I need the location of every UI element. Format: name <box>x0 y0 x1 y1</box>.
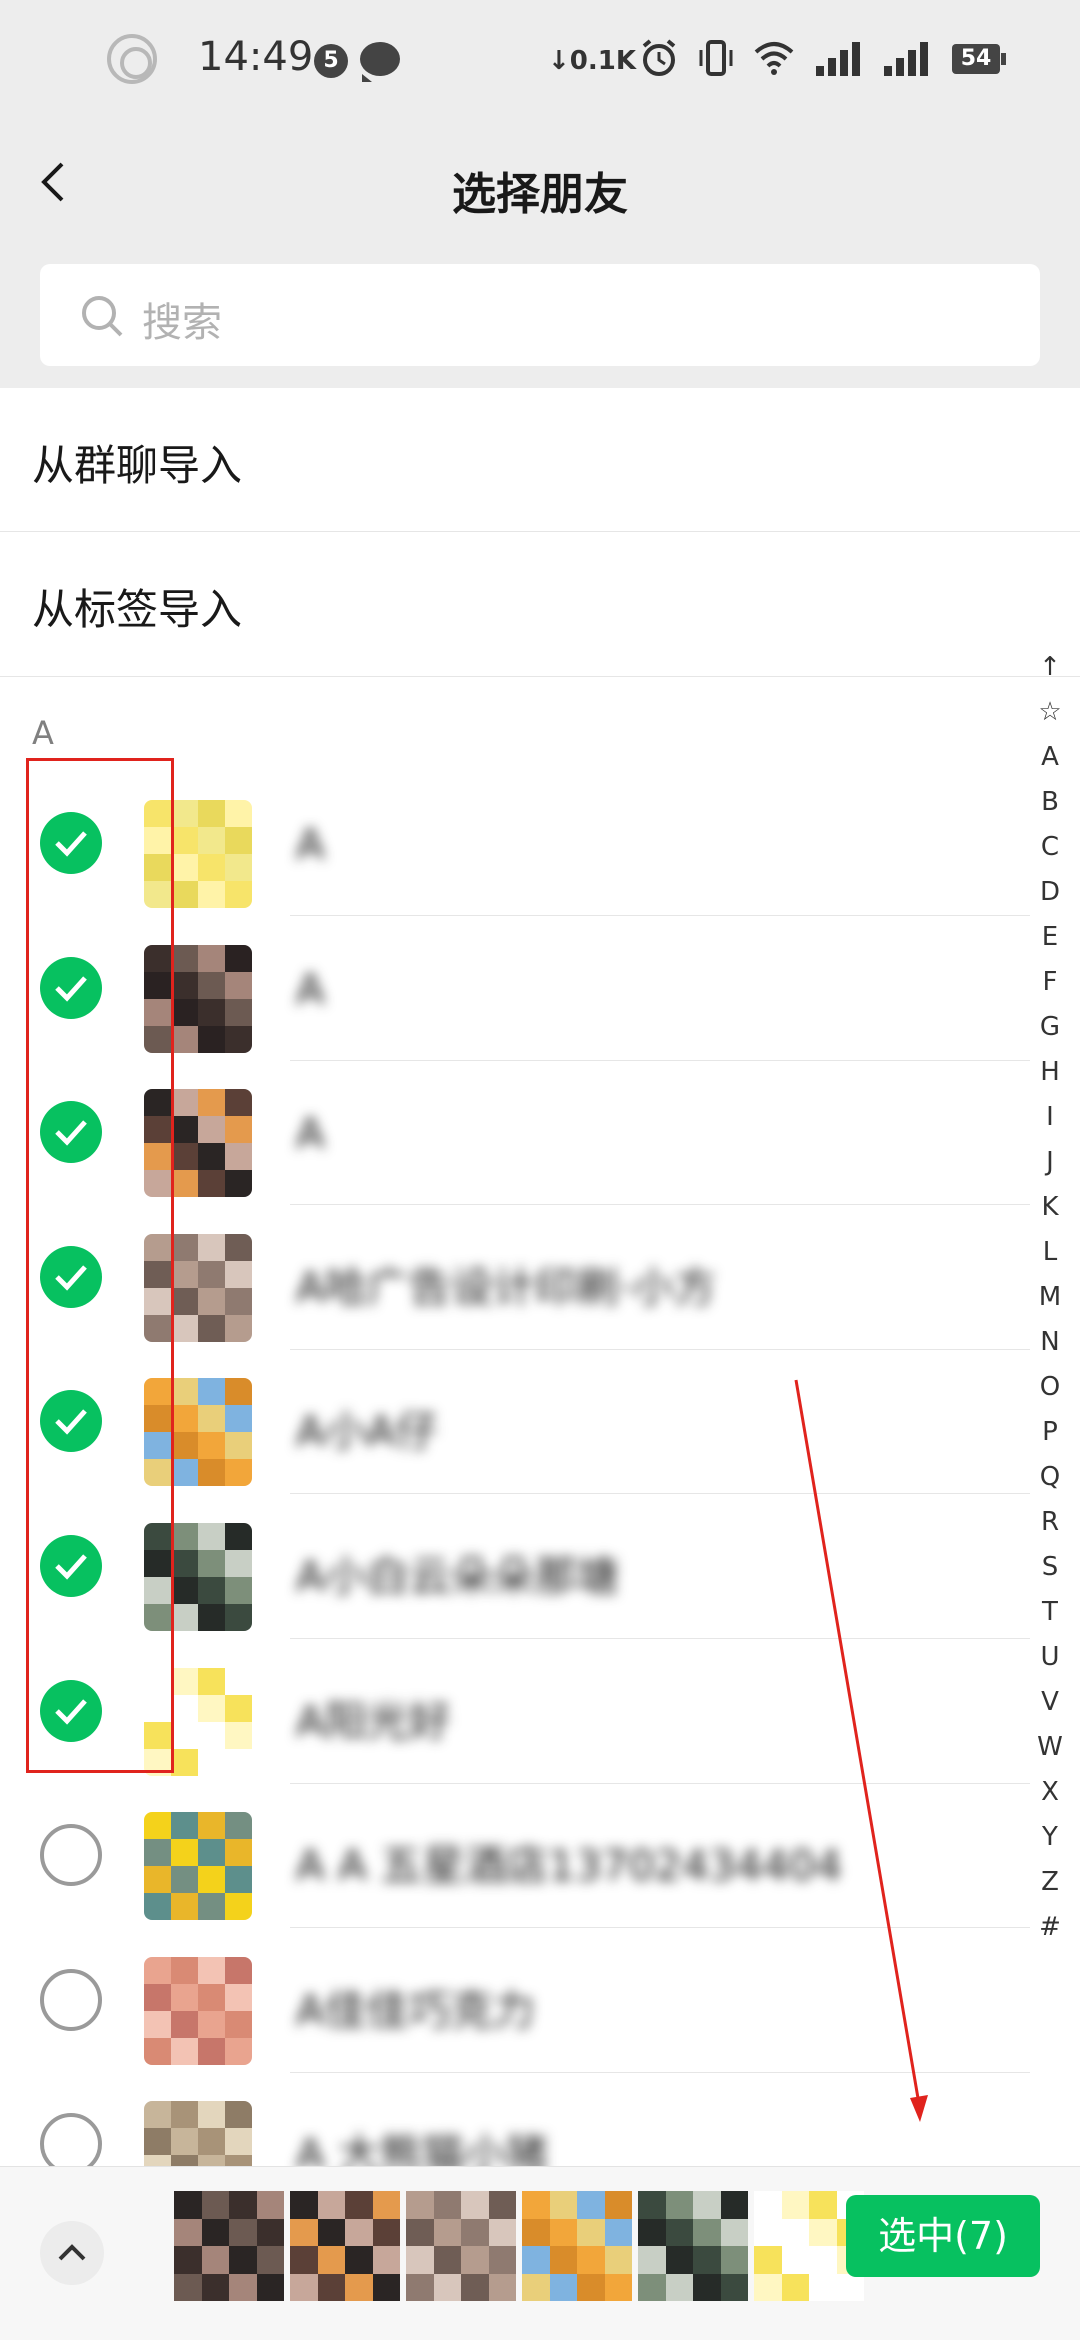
confirm-select-button[interactable]: 选中(7) <box>846 2195 1040 2277</box>
index-letter[interactable]: G <box>1030 1005 1070 1050</box>
search-section: 搜索 <box>0 244 1080 388</box>
avatar <box>144 1956 252 2065</box>
index-letter[interactable]: S <box>1030 1545 1070 1590</box>
contact-name: A A 五星酒店13702434404 <box>296 1841 843 1891</box>
index-letter[interactable]: Q <box>1030 1455 1070 1500</box>
checkbox-unchecked-icon[interactable] <box>40 1824 102 1887</box>
index-letter[interactable]: D <box>1030 870 1070 915</box>
import-label: 从标签导入 <box>32 585 243 634</box>
notification-count-badge: 5 <box>314 44 348 78</box>
bottom-selection-bar: 选中(7) <box>0 2166 1080 2340</box>
index-letter[interactable]: K <box>1030 1185 1070 1230</box>
index-letter[interactable]: O <box>1030 1365 1070 1410</box>
index-letter[interactable]: Z <box>1030 1860 1070 1905</box>
battery-icon: 54 <box>952 44 1006 74</box>
index-letter[interactable]: T <box>1030 1590 1070 1635</box>
contact-name: A <box>296 964 325 1014</box>
index-letter[interactable]: X <box>1030 1770 1070 1815</box>
contact-name: A阳光好 <box>296 1696 451 1746</box>
contact-name: A佳佳巧克力 <box>296 1985 535 2035</box>
selected-avatar[interactable] <box>174 2191 284 2301</box>
nav-bar: 选择朋友 <box>0 120 1080 244</box>
index-letter[interactable]: E <box>1030 915 1070 960</box>
contact-name: A哈广告设计印刷·小方 <box>296 1262 717 1312</box>
search-placeholder: 搜索 <box>142 300 222 346</box>
contact-name: A <box>296 1109 325 1159</box>
index-letter[interactable]: F <box>1030 960 1070 1005</box>
vibrate-icon <box>699 40 733 76</box>
status-time: 14:49 <box>198 34 314 80</box>
divider <box>0 676 1080 677</box>
contact-row[interactable]: A A 五星酒店13702434404 <box>0 1784 1030 1929</box>
contact-name: A小A仔 <box>296 1407 438 1457</box>
avatar <box>144 1812 252 1921</box>
wifi-icon <box>754 42 794 75</box>
alphabet-index-bar[interactable]: ↑ ☆ A B C D E F G H I J K L M N O P Q R S T U V W X Y Z # <box>1030 645 1070 1950</box>
chevron-up-icon[interactable] <box>40 2221 104 2285</box>
index-letter[interactable]: ↑ <box>1030 645 1070 690</box>
selected-avatar[interactable] <box>638 2191 748 2301</box>
contact-name: A小白云朵朵那塘 <box>296 1552 619 1601</box>
index-letter[interactable]: W <box>1030 1725 1070 1770</box>
index-letter[interactable]: Y <box>1030 1815 1070 1860</box>
import-label: 从群聊导入 <box>32 441 243 490</box>
import-from-tag[interactable]: 从标签导入 <box>0 532 1080 676</box>
section-header: A <box>32 714 54 752</box>
index-letter[interactable]: H <box>1030 1050 1070 1095</box>
signal-2-icon <box>884 40 932 76</box>
search-input[interactable]: 搜索 <box>40 264 1040 366</box>
index-letter[interactable]: U <box>1030 1635 1070 1680</box>
index-letter[interactable]: P <box>1030 1410 1070 1455</box>
index-letter[interactable]: V <box>1030 1680 1070 1725</box>
index-letter[interactable]: # <box>1030 1905 1070 1950</box>
index-letter[interactable]: L <box>1030 1230 1070 1275</box>
checkbox-unchecked-icon[interactable] <box>40 1968 102 2031</box>
net-speed: ↓0.1K <box>548 46 636 76</box>
index-letter[interactable]: N <box>1030 1320 1070 1365</box>
contact-row[interactable]: A佳佳巧克力 <box>0 1929 1030 2073</box>
annotation-highlight-box <box>26 758 174 1773</box>
chat-bubble-icon <box>360 42 400 82</box>
selected-avatar[interactable] <box>522 2191 632 2301</box>
index-letter[interactable]: M <box>1030 1275 1070 1320</box>
index-letter[interactable]: B <box>1030 780 1070 825</box>
import-from-group-chat[interactable]: 从群聊导入 <box>0 388 1080 532</box>
selected-avatar[interactable] <box>290 2191 400 2301</box>
alarm-icon <box>642 39 676 76</box>
contact-name: A <box>296 820 325 869</box>
index-letter[interactable]: I <box>1030 1095 1070 1140</box>
page-title: 选择朋友 <box>452 169 628 220</box>
index-letter[interactable]: J <box>1030 1140 1070 1185</box>
signal-icon <box>816 40 864 76</box>
index-letter[interactable]: A <box>1030 735 1070 780</box>
ring-icon <box>107 34 157 84</box>
index-letter[interactable]: ☆ <box>1030 690 1070 735</box>
index-letter[interactable]: R <box>1030 1500 1070 1545</box>
status-bar: 14:49 5 ↓0.1K 54 <box>0 0 1080 120</box>
selected-avatar[interactable] <box>406 2191 516 2301</box>
index-letter[interactable]: C <box>1030 825 1070 870</box>
search-icon <box>82 296 123 337</box>
